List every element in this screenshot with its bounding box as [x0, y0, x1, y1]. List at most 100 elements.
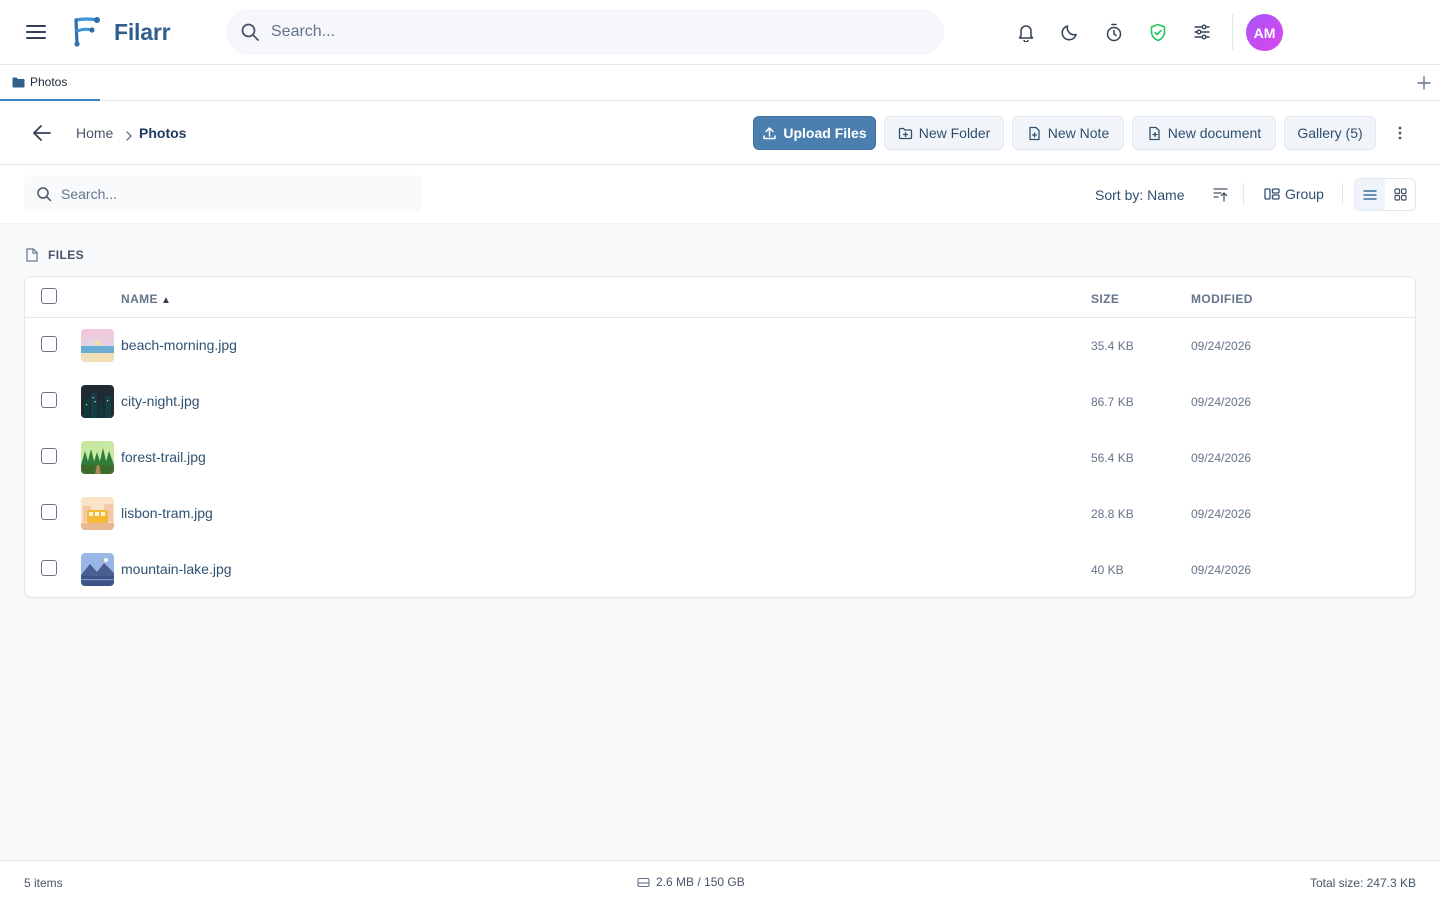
row-checkbox[interactable] [41, 560, 57, 576]
breadcrumb-home[interactable]: Home [76, 125, 113, 141]
file-size: 40 KB [1091, 563, 1124, 577]
file-name[interactable]: lisbon-tram.jpg [121, 505, 213, 521]
storage-text: 2.6 MB / 150 GB [656, 875, 745, 889]
grid-view-icon[interactable] [1385, 179, 1415, 210]
sort-ascending-icon: ▲ [160, 295, 172, 306]
files-section-label: FILES [48, 248, 85, 262]
file-size: 35.4 KB [1091, 339, 1134, 353]
drive-icon [637, 877, 650, 887]
total-size: Total size: 247.3 KB [1309, 876, 1416, 890]
search-icon [241, 23, 259, 41]
status-bar: 5 items 2.6 MB / 150 GB Total size: 247.… [0, 860, 1440, 900]
more-options-icon[interactable] [1391, 123, 1409, 143]
column-name-label: NAME [121, 292, 158, 306]
bell-icon[interactable] [1015, 21, 1037, 43]
image-thumbnail [81, 329, 114, 362]
image-thumbnail [81, 497, 114, 530]
folder-search[interactable] [24, 175, 422, 212]
filter-divider [1243, 183, 1244, 205]
document-plus-icon [1149, 126, 1160, 140]
avatar[interactable]: AM [1246, 14, 1283, 51]
files-table: NAME ▲ SIZE MODIFIED beach-morning.jpg 35… [24, 276, 1416, 598]
back-arrow-icon[interactable] [31, 122, 53, 144]
file-modified: 09/24/2026 [1191, 451, 1252, 465]
new-note-label: New Note [1047, 125, 1110, 141]
upload-files-label: Upload Files [783, 125, 867, 141]
file-name[interactable]: mountain-lake.jpg [121, 561, 232, 577]
group-label: Group [1285, 186, 1324, 202]
table-row[interactable]: beach-morning.jpg 35.4 KB 09/24/2026 [25, 317, 1415, 373]
new-folder-button[interactable]: New Folder [884, 116, 1004, 150]
folder-icon [12, 77, 25, 87]
new-document-button[interactable]: New document [1132, 116, 1276, 150]
breadcrumb-current: Photos [139, 125, 187, 141]
row-checkbox[interactable] [41, 504, 57, 520]
file-name[interactable]: forest-trail.jpg [121, 449, 206, 465]
storage-usage: 2.6 MB / 150 GB [637, 875, 745, 889]
column-header-name[interactable]: NAME ▲ [121, 292, 171, 306]
chevron-right-icon [124, 128, 134, 141]
gallery-button[interactable]: Gallery (5) [1284, 116, 1376, 150]
file-modified: 09/24/2026 [1191, 395, 1252, 409]
tab-label: Photos [30, 75, 68, 89]
column-header-modified[interactable]: MODIFIED [1191, 292, 1253, 306]
global-search-input[interactable] [271, 23, 871, 41]
image-thumbnail [81, 553, 114, 586]
row-checkbox[interactable] [41, 336, 57, 352]
header-divider [1232, 14, 1233, 50]
group-button[interactable]: Group [1264, 186, 1324, 202]
sliders-icon[interactable] [1191, 21, 1213, 43]
item-count: 5 items [24, 876, 63, 890]
filter-bar: Sort by: Name Group [0, 165, 1440, 224]
file-size: 86.7 KB [1091, 395, 1134, 409]
sort-direction-icon[interactable] [1212, 186, 1229, 203]
row-checkbox[interactable] [41, 392, 57, 408]
upload-files-button[interactable]: Upload Files [753, 116, 876, 150]
table-row[interactable]: lisbon-tram.jpg 28.8 KB 09/24/2026 [25, 485, 1415, 541]
table-header: NAME ▲ SIZE MODIFIED [25, 277, 1415, 318]
menu-icon[interactable] [25, 21, 47, 43]
global-search[interactable] [226, 9, 944, 55]
filter-divider [1342, 183, 1343, 205]
folder-plus-icon [898, 127, 912, 139]
search-icon [37, 186, 52, 201]
row-checkbox[interactable] [41, 448, 57, 464]
sort-by-button[interactable]: Sort by: Name [1095, 187, 1184, 203]
top-header: Filarr AM [0, 0, 1440, 65]
file-plus-icon [1029, 126, 1040, 140]
new-note-button[interactable]: New Note [1012, 116, 1124, 150]
new-document-label: New document [1167, 125, 1262, 141]
shield-check-icon[interactable] [1147, 21, 1169, 43]
table-row[interactable]: forest-trail.jpg 56.4 KB 09/24/2026 [25, 429, 1415, 485]
tab-photos[interactable]: Photos [0, 65, 100, 101]
view-toggle [1354, 178, 1416, 211]
new-folder-label: New Folder [918, 125, 991, 141]
moon-icon[interactable] [1059, 21, 1081, 43]
logo-icon [71, 16, 101, 48]
group-icon [1264, 188, 1280, 200]
file-modified: 09/24/2026 [1191, 507, 1252, 521]
file-name[interactable]: beach-morning.jpg [121, 337, 237, 353]
file-size: 28.8 KB [1091, 507, 1134, 521]
file-icon [26, 248, 38, 262]
list-view-icon[interactable] [1355, 179, 1385, 210]
table-row[interactable]: city-night.jpg 86.7 KB 09/24/2026 [25, 373, 1415, 429]
files-section-header: FILES [26, 248, 84, 262]
file-modified: 09/24/2026 [1191, 563, 1252, 577]
folder-search-input[interactable] [61, 185, 401, 202]
image-thumbnail [81, 441, 114, 474]
select-all-checkbox[interactable] [41, 288, 57, 304]
upload-icon [763, 126, 777, 139]
brand-name[interactable]: Filarr [114, 19, 171, 46]
table-row[interactable]: mountain-lake.jpg 40 KB 09/24/2026 [25, 541, 1415, 597]
file-name[interactable]: city-night.jpg [121, 393, 200, 409]
image-thumbnail [81, 385, 114, 418]
timer-icon[interactable] [1103, 21, 1125, 43]
file-modified: 09/24/2026 [1191, 339, 1252, 353]
tab-bar: Photos [0, 65, 1440, 101]
add-tab-icon[interactable] [1416, 75, 1432, 91]
gallery-label: Gallery (5) [1297, 125, 1363, 141]
file-size: 56.4 KB [1091, 451, 1134, 465]
toolbar: Home Photos Upload Files New Folder New … [0, 101, 1440, 165]
column-header-size[interactable]: SIZE [1091, 292, 1119, 306]
